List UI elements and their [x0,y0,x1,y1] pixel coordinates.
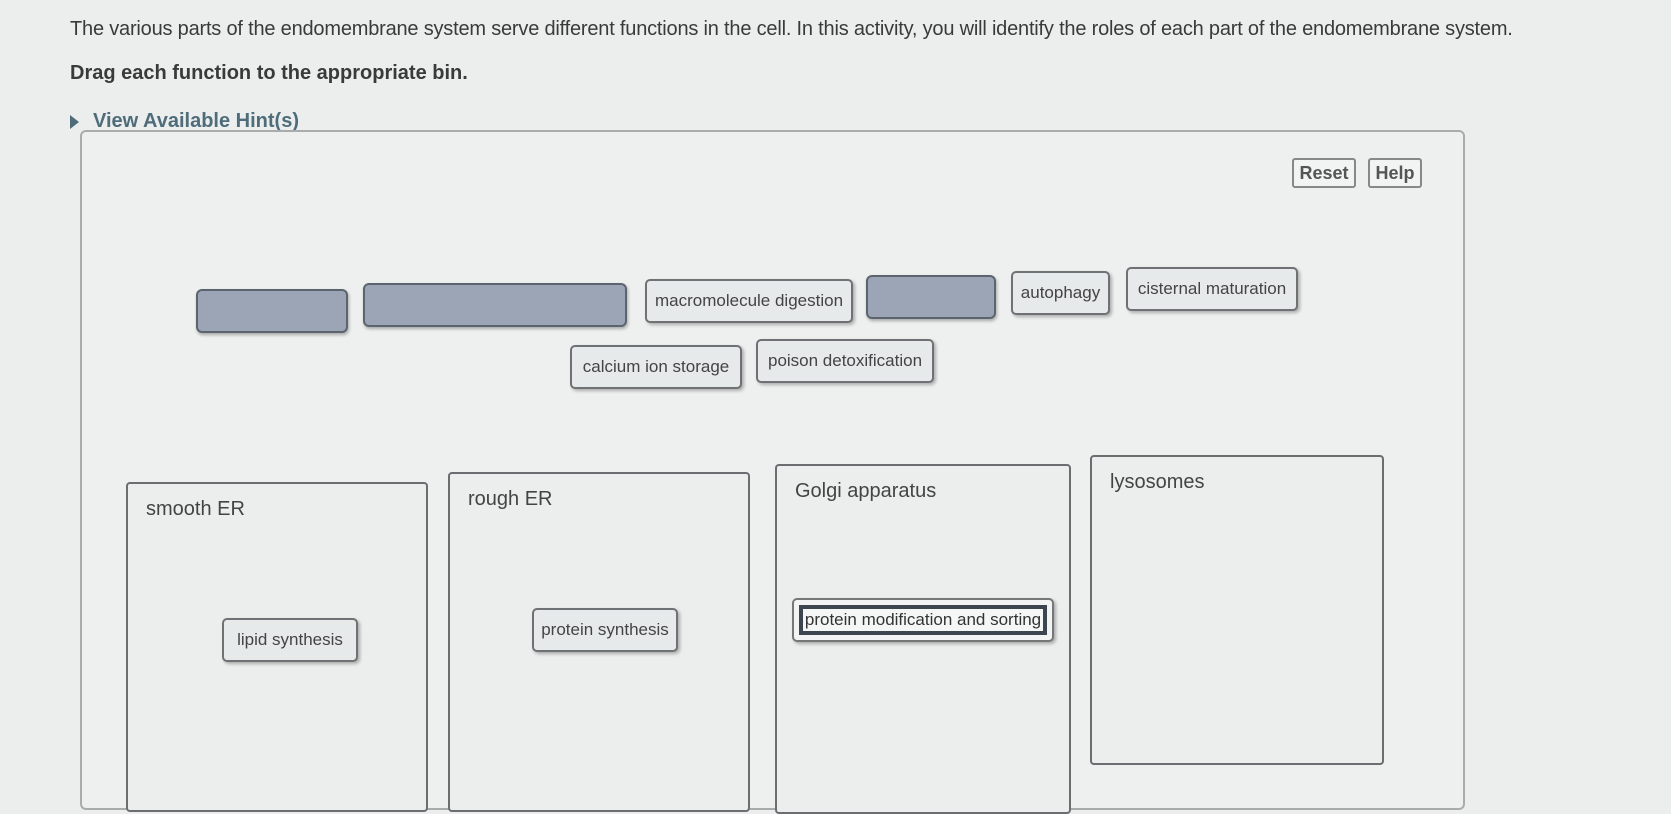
empty-slot [363,283,627,327]
draggable-item-cisternal-maturation[interactable]: cisternal maturation [1126,267,1298,311]
placed-item-protein-synthesis[interactable]: protein synthesis [532,608,678,652]
empty-slot [196,289,348,333]
bin-title: rough ER [468,488,553,510]
draggable-item-autophagy[interactable]: autophagy [1011,271,1110,315]
placed-item-protein-modification-and-sorting[interactable]: protein modification and sorting [792,598,1054,642]
draggable-item-macromolecule-digestion[interactable]: macromolecule digestion [645,279,853,323]
bin-title: Golgi apparatus [795,480,937,502]
reset-button[interactable]: Reset [1292,158,1356,188]
placed-item-label: protein modification and sorting [798,605,1048,635]
help-button[interactable]: Help [1368,158,1422,188]
intro-text: The various parts of the endomembrane sy… [70,18,1513,40]
instruction-text: Drag each function to the appropriate bi… [70,62,468,84]
empty-slot [866,275,996,319]
disclosure-triangle-icon [70,114,79,129]
bin-title: smooth ER [146,498,245,520]
draggable-item-calcium-ion-storage[interactable]: calcium ion storage [570,345,742,389]
placed-item-lipid-synthesis[interactable]: lipid synthesis [222,618,358,662]
bin-lysosomes[interactable]: lysosomes [1090,455,1384,765]
draggable-item-poison-detoxification[interactable]: poison detoxification [756,339,934,383]
bin-title: lysosomes [1110,471,1205,493]
